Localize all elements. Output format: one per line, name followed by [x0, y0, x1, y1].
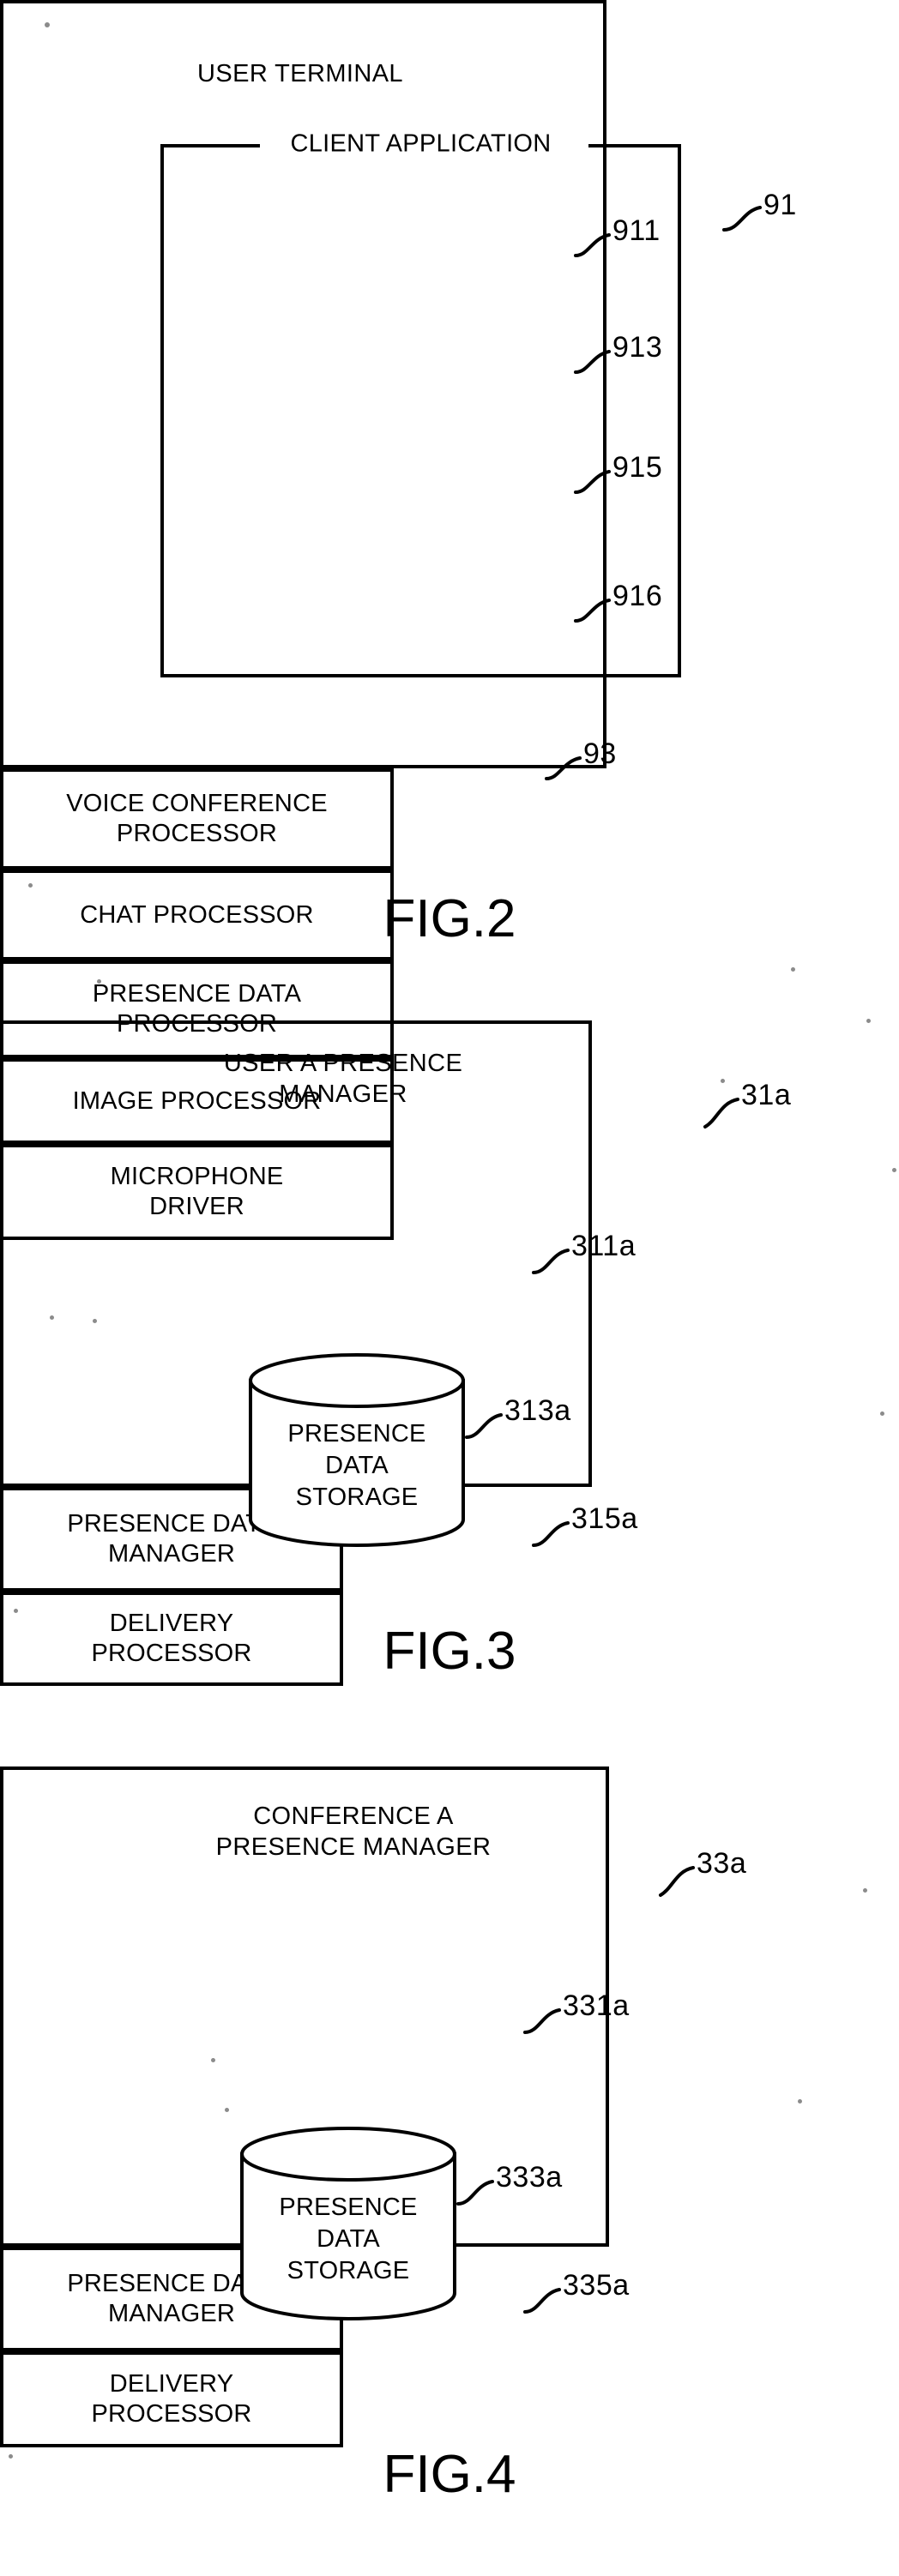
reference-numeral-311a: 311a	[571, 1230, 637, 1262]
figure-3-caption: FIG.3	[383, 1622, 516, 1681]
figure-2: USER TERMINAL CLIENT APPLICATION VOICE C…	[0, 0, 899, 1240]
reference-numeral-915: 915	[612, 451, 663, 484]
patent-drawing-sheet: USER TERMINAL CLIENT APPLICATION VOICE C…	[0, 0, 899, 2576]
figure-4-caption: FIG.4	[383, 2445, 516, 2504]
reference-numeral-911: 911	[612, 214, 661, 247]
reference-numeral-315a: 315a	[571, 1502, 638, 1535]
reference-numeral-31a: 31a	[741, 1079, 792, 1111]
reference-numeral-335a: 335a	[563, 2269, 630, 2302]
leader-lines-figure-2	[545, 206, 762, 780]
reference-numeral-91: 91	[763, 189, 797, 221]
figure-3: USER A PRESENCE MANAGER PRESENCE DATA MA…	[0, 1020, 899, 1686]
reference-numeral-331a: 331a	[563, 1989, 630, 2022]
reference-numeral-33a: 33a	[697, 1847, 747, 1880]
leader-lines-figure-3	[465, 1098, 739, 1547]
figure-4: CONFERENCE A PRESENCE MANAGER PRESENCE D…	[0, 1766, 899, 2576]
figure-2-caption: FIG.2	[383, 889, 516, 948]
reference-numeral-313a: 313a	[504, 1394, 571, 1427]
reference-numeral-913: 913	[612, 331, 663, 364]
reference-numeral-93: 93	[583, 737, 617, 770]
reference-numeral-916: 916	[612, 580, 663, 612]
reference-numeral-333a: 333a	[496, 2161, 563, 2194]
